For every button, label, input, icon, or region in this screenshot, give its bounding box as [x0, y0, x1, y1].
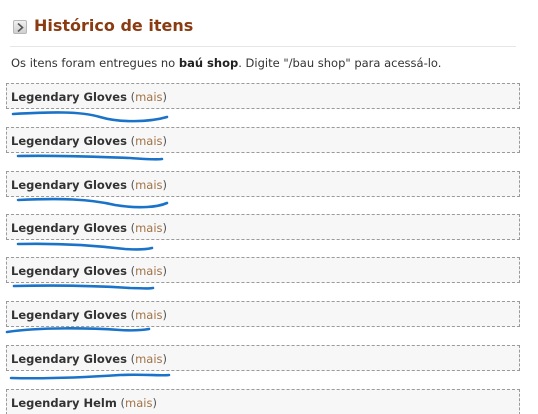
annotation-stroke [11, 111, 169, 123]
more-link[interactable]: mais [135, 264, 162, 278]
item-history-panel: Histórico de itens Os itens foram entreg… [0, 0, 538, 414]
annotation-stroke [16, 154, 164, 161]
list-item: Legendary Gloves (mais) [6, 301, 520, 327]
annotation-stroke [9, 373, 171, 380]
section-header: Histórico de itens [10, 14, 516, 47]
list-item: Legendary Gloves (mais) [6, 171, 520, 197]
annotation-stroke [12, 284, 155, 290]
info-bold-location: baú shop [178, 56, 239, 70]
list-item: Legendary Gloves (mais) [6, 257, 520, 283]
item-name: Legendary Gloves [11, 352, 127, 366]
list-item: Legendary Helm (mais) [6, 389, 520, 414]
list-item: Legendary Gloves (mais) [6, 127, 520, 153]
list-item: Legendary Gloves (mais) [6, 83, 520, 109]
more-link[interactable]: mais [135, 178, 162, 192]
item-name: Legendary Gloves [11, 134, 127, 148]
item-name: Legendary Gloves [11, 221, 127, 235]
item-name: Legendary Gloves [11, 90, 127, 104]
item-name: Legendary Gloves [11, 308, 127, 322]
more-link[interactable]: mais [135, 221, 162, 235]
more-link[interactable]: mais [135, 134, 162, 148]
more-link[interactable]: mais [135, 352, 162, 366]
more-link[interactable]: mais [135, 90, 162, 104]
list-item: Legendary Gloves (mais) [6, 345, 520, 371]
annotation-stroke [16, 197, 169, 209]
annotation-stroke [16, 242, 154, 251]
item-name: Legendary Gloves [11, 178, 127, 192]
info-suffix: . Digite "/bau shop" para acessá-lo. [238, 56, 442, 70]
item-name: Legendary Helm [11, 396, 117, 410]
annotation-stroke [5, 327, 151, 334]
more-link[interactable]: mais [125, 396, 152, 410]
item-name: Legendary Gloves [11, 264, 127, 278]
info-prefix: Os itens foram entregues no [11, 56, 179, 70]
chevron-right-icon [13, 20, 27, 34]
more-link[interactable]: mais [135, 308, 162, 322]
info-message: Os itens foram entregues no baú shop. Di… [11, 56, 441, 70]
page-title: Histórico de itens [34, 16, 194, 35]
list-item: Legendary Gloves (mais) [6, 214, 520, 240]
